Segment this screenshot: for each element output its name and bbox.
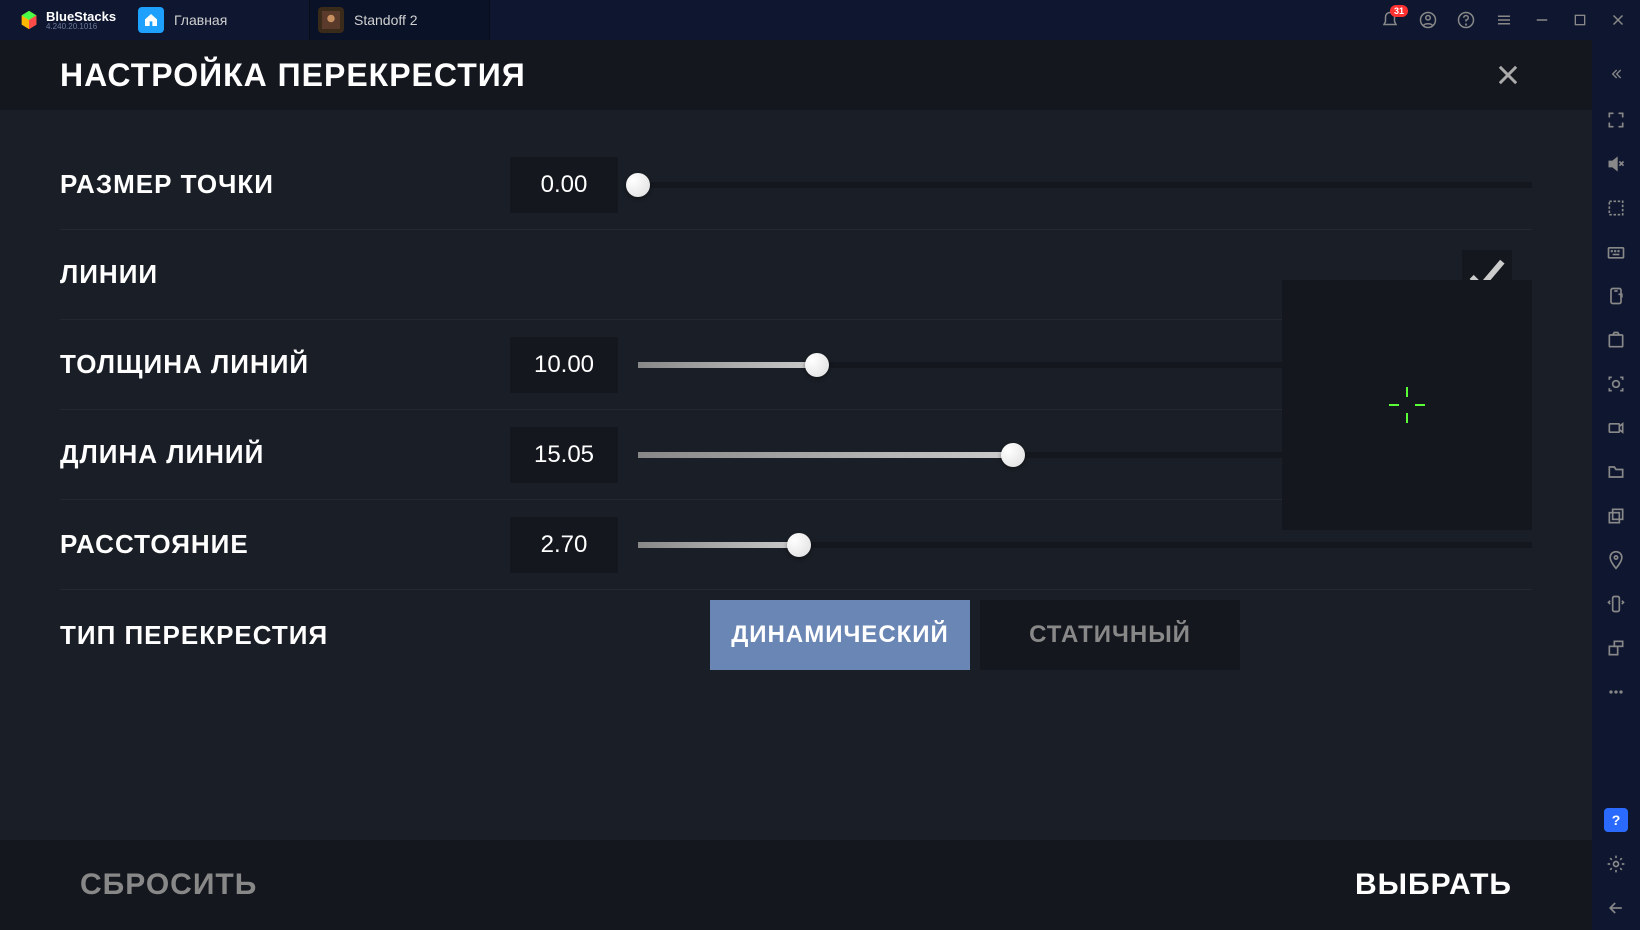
keyboard-icon[interactable]: [1592, 230, 1640, 274]
setting-crosshair-type: ТИП ПЕРЕКРЕСТИЯ ДИНАМИЧЕСКИЙ СТАТИЧНЫЙ: [60, 590, 1532, 680]
minimize-icon[interactable]: [1532, 10, 1552, 30]
footer: СБРОСИТЬ ВЫБРАТЬ: [0, 840, 1592, 930]
value-display: 15.05: [510, 427, 618, 483]
app-name: BlueStacks: [46, 10, 116, 23]
titlebar-controls: 31: [1380, 10, 1640, 30]
select-button[interactable]: ВЫБРАТЬ: [1355, 868, 1512, 902]
reset-button[interactable]: СБРОСИТЬ: [80, 868, 257, 902]
account-icon[interactable]: [1418, 10, 1438, 30]
value-display: 10.00: [510, 337, 618, 393]
crosshair-icon: [1387, 385, 1427, 425]
slider-handle[interactable]: [1001, 443, 1025, 467]
location-icon[interactable]: [1592, 538, 1640, 582]
crosshair-preview: [1282, 280, 1532, 530]
type-btn-static[interactable]: СТАТИЧНЫЙ: [980, 600, 1240, 670]
settings-icon[interactable]: [1592, 842, 1640, 886]
type-btn-dynamic[interactable]: ДИНАМИЧЕСКИЙ: [710, 600, 970, 670]
slider-handle[interactable]: [626, 173, 650, 197]
app-logo: BlueStacks 4.240.20.1016: [0, 9, 130, 31]
setting-label: РАССТОЯНИЕ: [60, 529, 510, 560]
setting-label: ТОЛЩИНА ЛИНИЙ: [60, 349, 510, 380]
close-window-icon[interactable]: [1608, 10, 1628, 30]
install-apk-icon[interactable]: [1592, 274, 1640, 318]
setting-label: ЛИНИИ: [60, 259, 510, 290]
slider-handle[interactable]: [787, 533, 811, 557]
value-display: 0.00: [510, 157, 618, 213]
more-icon[interactable]: [1592, 670, 1640, 714]
tab-home[interactable]: Главная: [130, 0, 310, 40]
value-display: 2.70: [510, 517, 618, 573]
camera-icon[interactable]: [1592, 362, 1640, 406]
notification-bell-icon[interactable]: 31: [1380, 10, 1400, 30]
rotate-icon[interactable]: [1592, 626, 1640, 670]
selection-icon[interactable]: [1592, 186, 1640, 230]
tab-label: Standoff 2: [354, 12, 418, 28]
bluestacks-logo-icon: [18, 9, 40, 31]
slider-fill: [638, 362, 817, 368]
settings-header: НАСТРОЙКА ПЕРЕКРЕСТИЯ: [0, 40, 1592, 110]
tab-label: Главная: [174, 12, 227, 28]
setting-label: ТИП ПЕРЕКРЕСТИЯ: [60, 620, 510, 651]
volume-mute-icon[interactable]: [1592, 142, 1640, 186]
setting-label: ДЛИНА ЛИНИЙ: [60, 439, 510, 470]
folder-icon[interactable]: [1592, 450, 1640, 494]
slider-fill: [638, 452, 1013, 458]
close-icon[interactable]: [1484, 61, 1532, 89]
maximize-icon[interactable]: [1570, 10, 1590, 30]
multi-instance-icon[interactable]: [1592, 494, 1640, 538]
help-button[interactable]: ?: [1604, 808, 1628, 832]
shake-icon[interactable]: [1592, 582, 1640, 626]
setting-label: РАЗМЕР ТОЧКИ: [60, 169, 510, 200]
slider-distance[interactable]: [638, 542, 1532, 548]
home-icon: [138, 7, 164, 33]
right-sidebar: ?: [1592, 40, 1640, 930]
titlebar: BlueStacks 4.240.20.1016 Главная Standof…: [0, 0, 1640, 40]
screenshot-icon[interactable]: [1592, 318, 1640, 362]
slider-handle[interactable]: [805, 353, 829, 377]
slider-fill: [638, 542, 799, 548]
content: НАСТРОЙКА ПЕРЕКРЕСТИЯ РАЗМЕР ТОЧКИ 0.00 …: [0, 40, 1592, 930]
page-title: НАСТРОЙКА ПЕРЕКРЕСТИЯ: [60, 57, 526, 94]
notification-badge: 31: [1390, 5, 1408, 17]
setting-dot-size: РАЗМЕР ТОЧКИ 0.00: [60, 140, 1532, 230]
record-icon[interactable]: [1592, 406, 1640, 450]
fullscreen-icon[interactable]: [1592, 98, 1640, 142]
tab-standoff-2[interactable]: Standoff 2: [310, 0, 490, 40]
slider-dot-size[interactable]: [638, 182, 1532, 188]
back-icon[interactable]: [1592, 886, 1640, 930]
settings-body: РАЗМЕР ТОЧКИ 0.00 ЛИНИИ ТОЛЩИНА ЛИНИЙ 10…: [0, 110, 1592, 840]
help-icon[interactable]: [1456, 10, 1476, 30]
game-icon: [318, 7, 344, 33]
app-version: 4.240.20.1016: [46, 23, 116, 31]
menu-icon[interactable]: [1494, 10, 1514, 30]
collapse-sidebar-icon[interactable]: [1592, 50, 1640, 98]
